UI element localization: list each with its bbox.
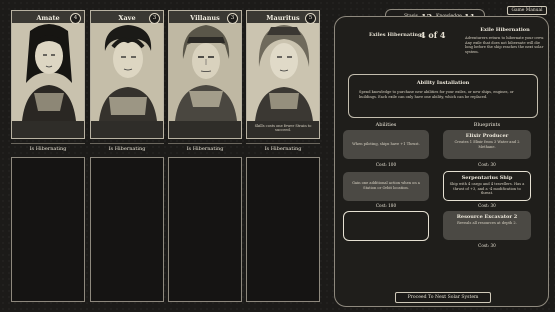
crew-level-badge: 4 <box>70 13 81 24</box>
blueprint-text: Creates 1 Elixir from 3 Water and 2 Meth… <box>454 140 520 149</box>
ability-cost: Cost: 100 <box>375 162 397 167</box>
exiles-hibernating-value: 4 of 4 <box>420 30 446 40</box>
blueprint-card[interactable]: Resource Excavator 2 Reveals all resourc… <box>443 211 531 240</box>
ability-cost: Cost: 180 <box>375 203 397 208</box>
crew-status: Is Hibernating <box>168 143 242 155</box>
blueprint-card-selected[interactable]: Serpentarius Ship Ship with 4 cargo and … <box>443 171 531 201</box>
crew-ability-slot[interactable] <box>11 157 85 302</box>
blueprints-heading: Blueprints <box>473 122 501 128</box>
blueprint-cost: Cost: 30 <box>478 162 496 167</box>
crew-status: Is Hibernating <box>11 143 85 155</box>
game-manual-button[interactable]: Game Manual <box>507 6 547 15</box>
crew-card-villanus[interactable]: Villanus 3 <box>168 10 242 139</box>
crew-ability-slot[interactable] <box>90 157 164 302</box>
crew-portrait-amate <box>12 11 84 138</box>
crew-level-badge: 3 <box>149 13 160 24</box>
ability-installation-box: Ability Installation Spend knowledge to … <box>348 74 538 118</box>
crew-portrait-villanus <box>169 11 241 138</box>
ability-text: Gain one additional action when on a Sta… <box>352 181 420 190</box>
crew-ability-slot[interactable] <box>246 157 320 302</box>
crew-card-amate[interactable]: Amate 4 <box>11 10 85 139</box>
crew-ability-desc: Skills costs one fewer Strain to succeed… <box>254 124 312 132</box>
ability-installation-title: Ability Installation <box>416 80 470 86</box>
blueprint-cost: Cost: 30 <box>478 203 496 208</box>
ability-installation-text: Spend knowledge to purchase new abilitie… <box>359 90 514 99</box>
ability-card[interactable]: Gain one additional action when on a Sta… <box>343 172 429 201</box>
blueprint-cost: Cost: 30 <box>478 243 496 248</box>
blueprint-card[interactable]: Elixir Producer Creates 1 Elixir from 3 … <box>443 130 531 159</box>
ability-empty-slot[interactable] <box>343 211 429 241</box>
crew-portrait-mauritus <box>247 11 319 138</box>
crew-status: Is Hibernating <box>90 143 164 155</box>
crew-card-xave[interactable]: Xave 3 <box>90 10 164 139</box>
exile-hibernation-info: Exile Hibernation Adventurers return to … <box>465 27 545 69</box>
crew-level-badge: 3 <box>227 13 238 24</box>
ability-card[interactable]: When piloting, ships have +1 Thrust. <box>343 130 429 159</box>
exiles-hibernating-label: Exiles Hibernating: <box>369 32 424 38</box>
crew-portrait-xave <box>91 11 163 138</box>
ability-text: When piloting, ships have +1 Thrust. <box>352 142 420 146</box>
blueprint-text: Reveals all resources at depth 2. <box>457 221 517 225</box>
blueprint-text: Ship with 4 cargo and 4 travellers. Has … <box>449 182 525 196</box>
proceed-button[interactable]: Proceed To Next Solar System <box>395 292 491 303</box>
exile-hibernation-text: Adventurers return to hibernate your cre… <box>465 36 545 54</box>
crew-card-mauritus[interactable]: Mauritus 5 Skills costs one fewer Strain… <box>246 10 320 139</box>
exile-hibernation-title: Exile Hibernation <box>480 27 530 33</box>
abilities-heading: Abilities <box>375 122 397 128</box>
crew-level-badge: 5 <box>305 13 316 24</box>
right-panel: Exiles Hibernating: 4 of 4 Exile Hiberna… <box>334 16 549 307</box>
crew-ability-slot[interactable] <box>168 157 242 302</box>
crew-status: Is Hibernating <box>246 143 320 155</box>
